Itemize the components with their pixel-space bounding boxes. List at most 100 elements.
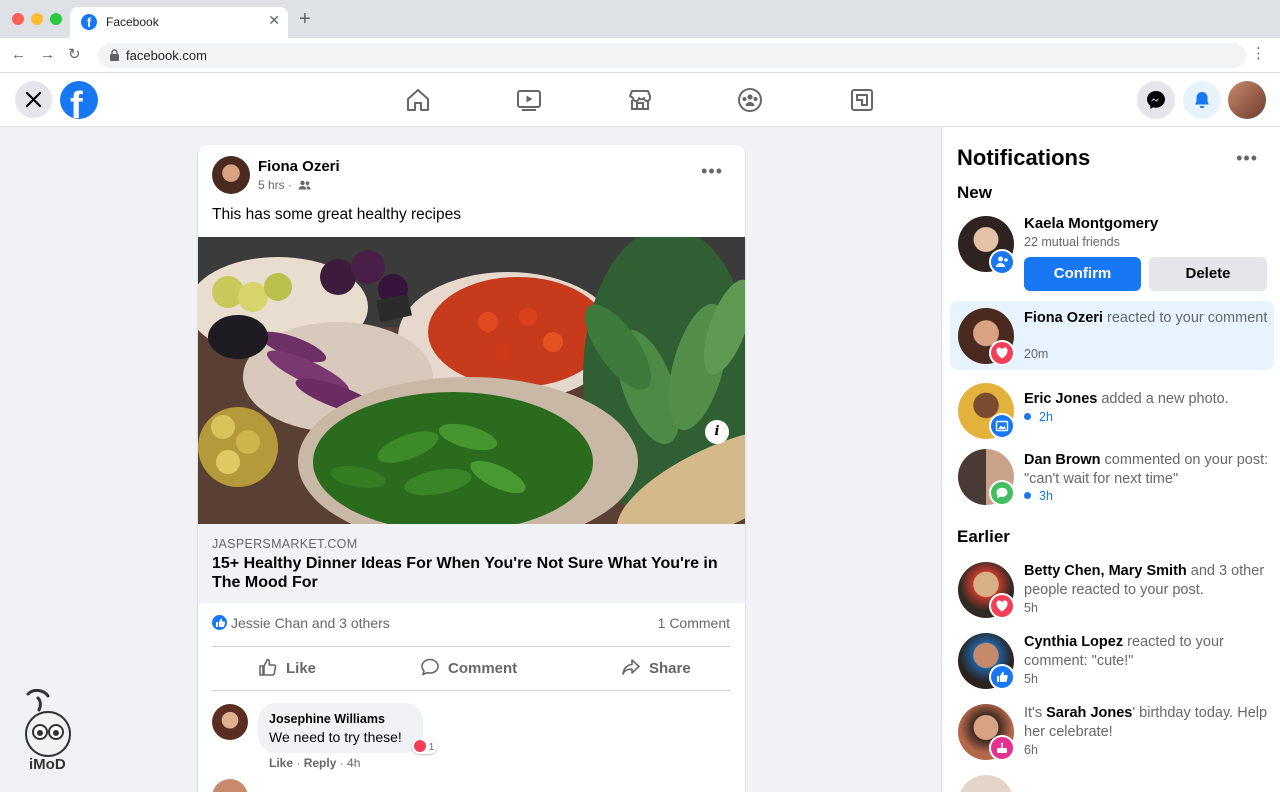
notification-text: Cynthia Lopez reacted to your comment: "… (1024, 634, 1224, 669)
notification-time: 5h (1024, 601, 1038, 615)
new-tab-icon[interactable]: + (299, 9, 311, 29)
post-author-name[interactable]: Fiona Ozeri (258, 158, 340, 175)
comment-reply-link[interactable]: Reply (304, 756, 337, 770)
browser-menu-icon[interactable]: ⋮ (1251, 45, 1266, 63)
link-domain: JASPERSMARKET.COM (212, 537, 358, 551)
notification-badge (989, 480, 1015, 506)
post-more-icon[interactable]: ••• (701, 161, 723, 182)
notification-text: Betty Chen, Mary Smith and 3 other peopl… (1024, 563, 1265, 598)
notification-time: 5h (1024, 672, 1038, 686)
reaction-names: Jessie Chan and 3 others (231, 615, 390, 631)
delete-request-button[interactable]: Delete (1149, 257, 1267, 291)
section-earlier-heading: Earlier (957, 527, 1010, 546)
section-new-heading: New (957, 183, 992, 202)
notification-text: It's Sarah Jones' birthday today. Help h… (1024, 705, 1268, 740)
tab-title: Facebook (106, 15, 159, 29)
bell-icon (1195, 92, 1209, 109)
add-friend-icon (996, 256, 1008, 267)
notification-time: 6h (1024, 743, 1038, 757)
comment-meta: Like · Reply · 4h (269, 756, 361, 770)
unread-dot (1024, 413, 1031, 420)
notifications-button[interactable] (1183, 81, 1221, 119)
share-button[interactable]: Share (621, 657, 691, 679)
notification-item[interactable]: Cynthia Lopez reacted to your comment: "… (950, 628, 1274, 694)
messenger-button[interactable] (1137, 81, 1175, 119)
notification-badge (989, 593, 1015, 619)
friend-request-mutual: 22 mutual friends (1024, 235, 1120, 249)
notification-time: 20m (1024, 347, 1049, 361)
notification-item[interactable]: Eric Jones added a new photo. 2h (950, 379, 1274, 441)
post-link-image[interactable] (198, 237, 745, 524)
comments-count[interactable]: 1 Comment (658, 615, 730, 631)
tab-close-icon[interactable]: ✕ (268, 12, 280, 29)
thumbs-up-icon (997, 671, 1008, 683)
comment-text: We need to try these! (269, 729, 402, 745)
post-author-avatar[interactable] (212, 156, 250, 194)
notification-text: Dan Brown commented on your post: "can't… (1024, 452, 1269, 487)
heart-icon (996, 600, 1008, 612)
unread-dot (1024, 492, 1031, 499)
comment-author-name[interactable]: Josephine Williams (269, 712, 385, 726)
comment-time: · 4h (339, 756, 361, 770)
confirm-request-button[interactable]: Confirm (1024, 257, 1141, 291)
comment-author-avatar[interactable] (212, 704, 248, 740)
heart-icon (996, 347, 1008, 359)
url-text: facebook.com (126, 48, 207, 63)
home-icon[interactable] (405, 87, 431, 113)
window-minimize-button[interactable] (31, 13, 43, 25)
notification-time: 2h (1024, 410, 1053, 424)
messenger-icon (1147, 91, 1165, 109)
comment-bubble: Josephine Williams We need to try these! (258, 703, 423, 753)
link-title: 15+ Healthy Dinner Ideas For When You're… (212, 555, 718, 591)
close-button[interactable] (15, 81, 52, 118)
notification-badge (989, 413, 1015, 439)
back-arrow-icon[interactable]: ← (11, 46, 26, 64)
lock-icon (110, 49, 119, 61)
groups-icon[interactable] (737, 87, 763, 113)
comment-reaction-count: 1 (428, 742, 435, 753)
reaction-summary[interactable]: Jessie Chan and 3 others (212, 615, 390, 631)
post-timestamp[interactable]: 5 hrs · (258, 178, 311, 192)
notification-badge (989, 664, 1015, 690)
watch-icon[interactable] (516, 87, 542, 113)
forward-arrow-icon[interactable]: → (40, 46, 55, 64)
watermark-text: iMoD (29, 756, 66, 773)
notification-time: 3h (1024, 489, 1053, 503)
post-time-text: 5 hrs · (258, 178, 293, 192)
browser-tab-facebook[interactable]: f Facebook ✕ (70, 7, 288, 38)
link-preview[interactable]: JASPERSMARKET.COM 15+ Healthy Dinner Ide… (198, 524, 745, 603)
profile-avatar[interactable] (1228, 81, 1266, 119)
notifications-more-icon[interactable]: ••• (1236, 148, 1258, 169)
like-button[interactable]: Like (258, 657, 316, 679)
heart-reaction-icon (414, 740, 426, 752)
facebook-top-bar: f (0, 73, 1280, 127)
notifications-title: Notifications (957, 145, 1091, 170)
notification-text: Fiona Ozeri reacted to your comment (1024, 310, 1268, 326)
comment-like-link[interactable]: Like (269, 756, 293, 770)
reply-avatar (212, 779, 248, 792)
notification-item[interactable]: Dan Brown commented on your post: "can't… (950, 445, 1274, 509)
facebook-logo[interactable]: f (60, 81, 98, 119)
notification-item[interactable]: It's Sarah Jones' birthday today. Help h… (950, 699, 1274, 765)
watermark-logo: iMoD (20, 688, 76, 778)
notification-item[interactable]: Fiona Ozeri reacted to your comment 20m (950, 301, 1274, 370)
feed-post: Fiona Ozeri 5 hrs · ••• This has some gr… (198, 145, 745, 792)
ad-info-icon[interactable]: i (705, 420, 729, 444)
divider (212, 646, 730, 647)
marketplace-icon[interactable] (627, 87, 653, 113)
close-icon (25, 91, 42, 108)
facebook-favicon-icon: f (81, 14, 97, 30)
window-zoom-button[interactable] (50, 13, 62, 25)
window-close-button[interactable] (12, 13, 24, 25)
url-field[interactable]: facebook.com (98, 43, 1246, 68)
comment-reaction-badge[interactable]: 1 (412, 739, 438, 754)
gaming-icon[interactable] (849, 87, 875, 113)
comment-button[interactable]: Comment (420, 657, 517, 679)
notification-item[interactable]: Betty Chen, Mary Smith and 3 other peopl… (950, 557, 1274, 623)
friend-request-name[interactable]: Kaela Montgomery (1024, 215, 1158, 232)
reload-icon[interactable]: ↻ (68, 46, 81, 64)
thumbs-up-icon (259, 658, 277, 676)
friends-audience-icon (298, 180, 311, 190)
notification-badge (989, 735, 1015, 761)
notification-text: Eric Jones added a new photo. (1024, 391, 1229, 407)
